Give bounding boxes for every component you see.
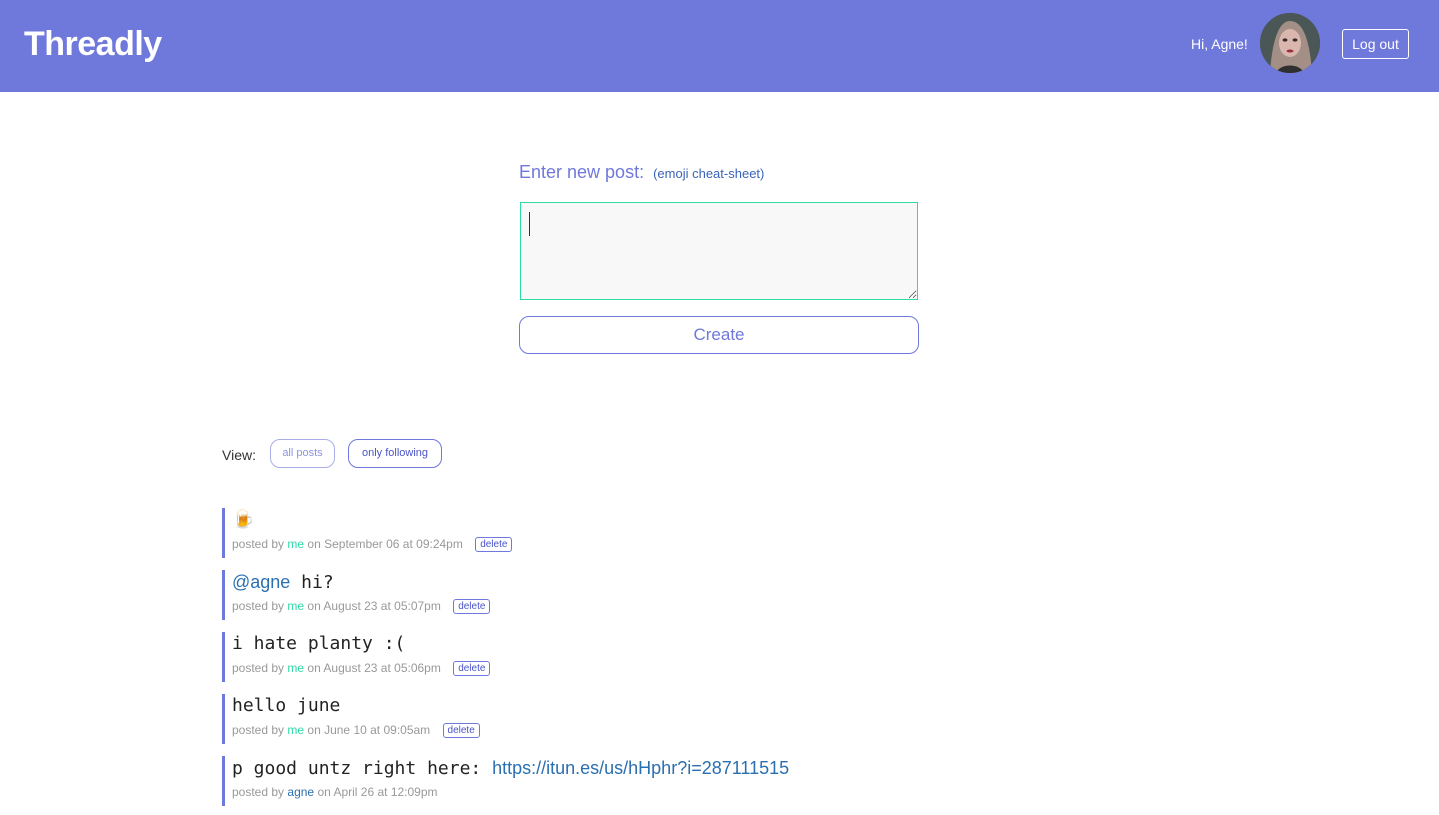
emoji-cheat-sheet-link[interactable]: (emoji cheat-sheet) (653, 166, 764, 181)
text-cursor (529, 212, 530, 236)
post-text: hello june (232, 695, 341, 716)
beer-emoji-icon: 🍺 (232, 509, 255, 530)
new-post-label: Enter new post: (emoji cheat-sheet) (519, 160, 764, 186)
app-logo-title[interactable]: Threadly (24, 24, 162, 64)
post-author-link[interactable]: me (287, 537, 304, 551)
post-date: on August 23 at 05:07pm (307, 599, 441, 613)
post-item: hello june posted by me on June 10 at 09… (222, 694, 480, 744)
new-post-input[interactable] (520, 202, 918, 300)
post-meta: posted by me on August 23 at 05:07pm del… (232, 596, 491, 616)
delete-post-button[interactable]: delete (475, 537, 513, 553)
post-text: p good untz right here: (232, 758, 482, 779)
top-bar: Threadly Hi, Agne! Log out (0, 0, 1439, 92)
posted-by-label: posted by (232, 785, 285, 799)
post-date: on September 06 at 09:24pm (307, 537, 463, 551)
post-item: @agne hi? posted by me on August 23 at 0… (222, 570, 491, 620)
posted-by-label: posted by (232, 661, 285, 675)
post-item: 🍺 posted by me on September 06 at 09:24p… (222, 508, 513, 558)
post-text: hi? (301, 572, 334, 593)
mention-link[interactable]: @agne (232, 572, 290, 592)
post-url-link[interactable]: https://itun.es/us/hHphr?i=287111515 (492, 758, 789, 778)
delete-post-button[interactable]: delete (453, 661, 491, 677)
post-body: i hate planty :( (232, 632, 490, 656)
logout-button[interactable]: Log out (1342, 29, 1409, 59)
post-body: hello june (232, 694, 480, 718)
create-post-button[interactable]: Create (519, 316, 919, 354)
posted-by-label: posted by (232, 599, 285, 613)
user-avatar[interactable] (1260, 13, 1320, 73)
post-date: on April 26 at 12:09pm (317, 785, 438, 799)
delete-post-button[interactable]: delete (442, 723, 480, 739)
post-text: i hate planty :( (232, 633, 406, 654)
posted-by-label: posted by (232, 723, 285, 737)
post-date: on June 10 at 09:05am (307, 723, 431, 737)
post-author-link[interactable]: me (287, 723, 304, 737)
post-meta: posted by me on September 06 at 09:24pm … (232, 534, 513, 554)
post-item: i hate planty :( posted by me on August … (222, 632, 491, 682)
avatar-photo-icon (1260, 13, 1320, 73)
post-body: 🍺 (232, 508, 512, 532)
post-date: on August 23 at 05:06pm (307, 661, 441, 675)
delete-post-button[interactable]: delete (453, 599, 491, 615)
post-body: @agne hi? (232, 570, 490, 594)
filter-only-following-button[interactable]: only following (348, 439, 442, 468)
posted-by-label: posted by (232, 537, 285, 551)
post-body: p good untz right here: https://itun.es/… (232, 756, 789, 780)
view-filter-label: View: (222, 447, 256, 463)
post-meta: posted by me on August 23 at 05:06pm del… (232, 658, 491, 678)
user-greeting: Hi, Agne! (1191, 36, 1248, 52)
post-meta: posted by me on June 10 at 09:05am delet… (232, 720, 480, 740)
filter-all-posts-button[interactable]: all posts (270, 439, 335, 468)
post-meta: posted by agne on April 26 at 12:09pm (232, 782, 789, 802)
post-item: p good untz right here: https://itun.es/… (222, 756, 789, 806)
post-author-link[interactable]: me (287, 661, 304, 675)
post-author-link[interactable]: me (287, 599, 304, 613)
post-author-link[interactable]: agne (287, 785, 314, 799)
new-post-label-text: Enter new post: (519, 162, 645, 182)
